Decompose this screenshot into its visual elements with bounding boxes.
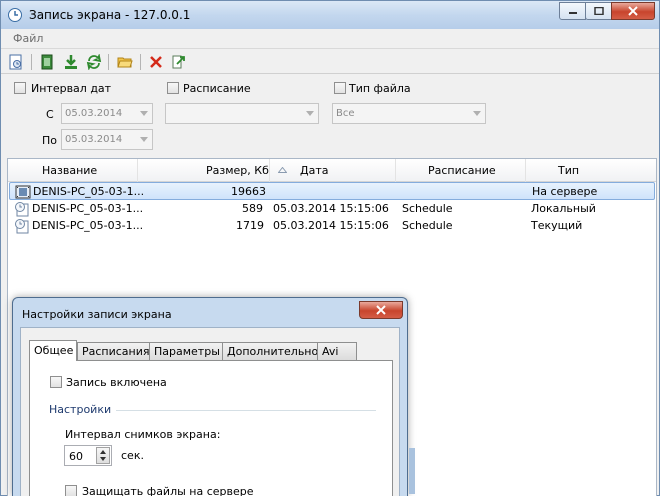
clock-file-icon xyxy=(15,219,29,234)
recording-enabled-label: Запись включена xyxy=(66,376,167,389)
dialog-body: Общее Расписания Параметры Дополнительно… xyxy=(20,327,400,496)
chevron-down-icon xyxy=(140,111,148,116)
maximize-icon xyxy=(593,7,604,15)
file-type-checkbox[interactable] xyxy=(334,82,346,94)
row-name: DENIS-PC_05-03-1... xyxy=(32,219,144,232)
screen-record-icon xyxy=(8,8,22,22)
delete-button[interactable] xyxy=(147,53,165,71)
column-header-schedule[interactable]: Расписание xyxy=(396,159,526,182)
row-schedule: Schedule xyxy=(402,202,453,215)
date-interval-label: Интервал дат xyxy=(31,82,112,95)
file-type-label: Тип файла xyxy=(349,82,411,95)
date-from-value: 05.03.2014 xyxy=(65,108,123,119)
dialog-title: Настройки записи экрана xyxy=(22,308,172,321)
tab-panel-general: Запись включена Настройки Интервал снимк… xyxy=(29,360,393,496)
close-button[interactable] xyxy=(611,2,655,20)
table-row[interactable]: DENIS-PC_05-03-1... 19663 На сервере xyxy=(9,182,655,200)
row-size: 19663 xyxy=(231,185,266,198)
download-button[interactable] xyxy=(62,53,80,71)
protect-files-checkbox[interactable] xyxy=(65,485,77,496)
window-title: Запись экрана - 127.0.0.1 xyxy=(29,8,191,22)
menu-file[interactable]: Файл xyxy=(13,32,43,45)
maximize-button[interactable] xyxy=(585,2,612,20)
film-button[interactable] xyxy=(38,53,56,71)
open-folder-button[interactable] xyxy=(116,53,134,71)
delete-icon xyxy=(150,56,162,68)
date-interval-checkbox[interactable] xyxy=(14,82,26,94)
toolbar xyxy=(1,50,659,74)
date-from-picker[interactable]: 05.03.2014 xyxy=(61,103,153,124)
clock-file-icon xyxy=(15,202,29,217)
row-schedule: Schedule xyxy=(402,219,453,232)
refresh-icon xyxy=(86,54,102,70)
interval-unit: сек. xyxy=(121,449,144,462)
table-row[interactable]: DENIS-PC_05-03-1... 1719 05.03.2014 15:1… xyxy=(9,217,655,235)
row-date: 05.03.2014 15:15:06 xyxy=(273,219,389,232)
log-button[interactable] xyxy=(7,53,25,71)
row-date: 05.03.2014 15:15:06 xyxy=(273,202,389,215)
file-type-select[interactable]: Все xyxy=(332,103,486,124)
refresh-button[interactable] xyxy=(85,53,103,71)
group-divider xyxy=(116,410,376,411)
chevron-down-icon[interactable] xyxy=(100,457,106,461)
tab-advanced[interactable]: Дополнительно xyxy=(222,342,318,360)
table-row[interactable]: DENIS-PC_05-03-1... 589 05.03.2014 15:15… xyxy=(9,200,655,218)
recording-enabled-checkbox[interactable] xyxy=(50,376,62,388)
film-icon xyxy=(15,185,31,199)
column-header-name[interactable]: Название xyxy=(8,159,138,182)
row-type: Текущий xyxy=(531,219,583,232)
tab-avi[interactable]: Avi xyxy=(317,342,357,360)
row-size: 1719 xyxy=(236,219,264,232)
stepper-buttons[interactable] xyxy=(96,447,110,464)
close-icon xyxy=(376,305,386,315)
list-header: Название Размер, Кб Дата Расписание Тип xyxy=(8,159,656,182)
date-to-value: 05.03.2014 xyxy=(65,134,123,145)
schedule-checkbox[interactable] xyxy=(167,82,179,94)
minimize-button[interactable] xyxy=(559,2,586,20)
dialog-close-button[interactable] xyxy=(359,301,403,319)
interval-value: 60 xyxy=(69,450,83,463)
row-name: DENIS-PC_05-03-1... xyxy=(33,185,145,198)
chevron-down-icon xyxy=(306,111,314,116)
tab-parameters[interactable]: Параметры xyxy=(149,342,223,360)
settings-group-label: Настройки xyxy=(49,403,112,416)
menu-bar: Файл xyxy=(1,29,659,49)
minimize-icon xyxy=(568,12,577,14)
film-icon xyxy=(41,54,53,70)
scrollbar[interactable] xyxy=(409,448,415,494)
to-label: По xyxy=(42,134,58,147)
tab-general[interactable]: Общее xyxy=(29,340,77,361)
row-name: DENIS-PC_05-03-1... xyxy=(32,202,144,215)
log-icon xyxy=(9,54,22,70)
from-label: С xyxy=(46,108,54,121)
date-to-picker[interactable]: 05.03.2014 xyxy=(61,129,153,150)
download-icon xyxy=(65,55,77,69)
row-type: Локальный xyxy=(531,202,596,215)
tab-schedules[interactable]: Расписания xyxy=(77,342,150,360)
row-type: На сервере xyxy=(532,185,598,198)
chevron-down-icon xyxy=(140,137,148,142)
export-button[interactable] xyxy=(170,53,188,71)
file-type-value: Все xyxy=(336,108,355,119)
folder-icon xyxy=(117,57,133,68)
interval-label: Интервал снимков экрана: xyxy=(65,428,221,441)
column-header-type[interactable]: Тип xyxy=(526,159,656,182)
export-icon xyxy=(172,55,185,69)
close-icon xyxy=(628,6,638,16)
protect-files-label: Защищать файлы на сервере xyxy=(82,485,254,496)
sort-up-icon xyxy=(278,167,287,173)
chevron-up-icon[interactable] xyxy=(100,450,106,454)
column-header-date[interactable]: Дата xyxy=(270,159,396,182)
column-header-size[interactable]: Размер, Кб xyxy=(138,159,270,182)
title-bar[interactable]: Запись экрана - 127.0.0.1 xyxy=(1,1,659,29)
row-size: 589 xyxy=(242,202,263,215)
schedule-select[interactable] xyxy=(165,103,319,124)
settings-dialog: Настройки записи экрана Общее Расписания… xyxy=(12,297,415,496)
chevron-down-icon xyxy=(473,111,481,116)
schedule-label: Расписание xyxy=(183,82,251,95)
interval-stepper[interactable]: 60 xyxy=(64,445,112,466)
